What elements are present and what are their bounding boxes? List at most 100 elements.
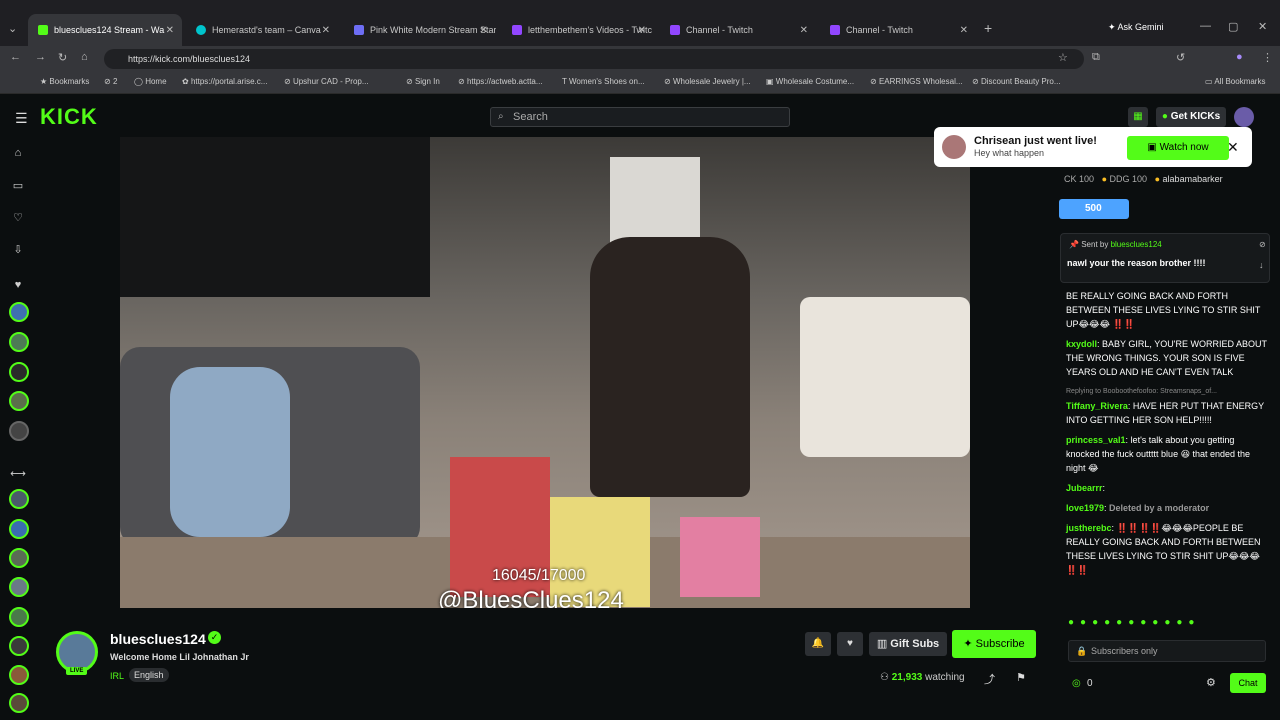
- tab-twitch-channel-1[interactable]: Channel - Twitch ✕: [660, 18, 816, 42]
- close-toast-icon[interactable]: ✕: [1227, 139, 1239, 156]
- follow-heart-button[interactable]: ♥: [837, 632, 863, 656]
- close-tab-icon[interactable]: ✕: [480, 25, 488, 36]
- kick-logo[interactable]: KICK: [40, 104, 98, 130]
- bookmark-item[interactable]: ★ Bookmarks: [40, 77, 89, 86]
- bookmark-item[interactable]: ◯ Home: [134, 77, 167, 86]
- tab-canva[interactable]: Hemerastd's team – Canva ✕: [186, 18, 338, 42]
- canva-favicon-icon: [196, 25, 206, 35]
- forward-icon[interactable]: →: [35, 51, 46, 63]
- report-icon[interactable]: ⚑: [1016, 671, 1026, 684]
- streamer-name[interactable]: bluesclues124: [110, 631, 206, 647]
- tab-twitch-videos[interactable]: letthembethem's Videos - Twitc ✕: [502, 18, 654, 42]
- hamburger-menu-icon[interactable]: ☰: [15, 110, 28, 127]
- profile-icon[interactable]: ●: [1236, 51, 1243, 63]
- menu-dots-icon[interactable]: ⋮: [1262, 51, 1273, 64]
- close-tab-icon[interactable]: ✕: [800, 25, 808, 36]
- new-tab-icon[interactable]: +: [984, 20, 992, 36]
- bookmark-item[interactable]: ⊘ 2: [104, 77, 117, 86]
- bookmark-item[interactable]: ✿ https://portal.arise.c...: [182, 77, 267, 86]
- drops-icon[interactable]: ▦: [1128, 107, 1148, 127]
- viewers-icon: ⚇: [880, 672, 889, 683]
- recommended-channel-avatar[interactable]: [9, 489, 29, 509]
- search-input[interactable]: ⌕ Search: [490, 107, 790, 127]
- followed-channel-avatar[interactable]: [9, 332, 29, 352]
- bookmark-item[interactable]: ⊘ https://actweb.actta...: [458, 77, 543, 86]
- video-scene-tv: [120, 137, 430, 297]
- recommended-channel-avatar[interactable]: [9, 519, 29, 539]
- all-bookmarks[interactable]: ▭ All Bookmarks: [1205, 77, 1265, 86]
- chat-message: Replying to Booboothefoofoo: Streamsnaps…: [1066, 388, 1264, 425]
- search-icon: ⌕: [498, 111, 504, 122]
- close-tab-icon[interactable]: ✕: [638, 25, 646, 36]
- url-bar[interactable]: https://kick.com/bluesclues124: [104, 49, 1084, 69]
- watch-now-button[interactable]: ▣ Watch now: [1127, 136, 1229, 160]
- recommended-channel-avatar[interactable]: [9, 665, 29, 685]
- bookmark-item[interactable]: ⊘ Upshur CAD - Prop...: [284, 77, 369, 86]
- twitch-favicon-icon: [830, 25, 840, 35]
- kick-favicon-icon: [38, 25, 48, 35]
- recommended-channel-avatar[interactable]: [9, 607, 29, 627]
- close-tab-icon[interactable]: ✕: [960, 25, 968, 36]
- extensions-icon[interactable]: ⧉: [1092, 51, 1100, 64]
- chat-input[interactable]: 🔒 Subscribers only: [1068, 640, 1266, 662]
- tab-list-icon[interactable]: ⌄: [8, 22, 17, 35]
- followed-channel-avatar[interactable]: [9, 391, 29, 411]
- recommended-channel-avatar[interactable]: [9, 577, 29, 597]
- bookmark-item[interactable]: ⊘ Sign In: [406, 77, 440, 86]
- stream-category[interactable]: IRL: [110, 671, 124, 681]
- close-window-icon[interactable]: ✕: [1258, 20, 1267, 33]
- history-icon[interactable]: ↺: [1176, 51, 1185, 64]
- kicks-gift-badge[interactable]: 500: [1059, 199, 1129, 219]
- notification-bell-button[interactable]: 🔔: [805, 632, 831, 656]
- maximize-icon[interactable]: ▢: [1228, 20, 1238, 33]
- expand-down-icon[interactable]: ↓: [1259, 260, 1264, 270]
- recommended-icon: ⟷: [10, 468, 26, 480]
- chat-settings-icon[interactable]: ⚙: [1206, 676, 1216, 689]
- gift-icon: ▥: [876, 638, 888, 650]
- close-tab-icon[interactable]: ✕: [166, 25, 174, 36]
- pin-icon: 📌: [1069, 240, 1079, 249]
- close-tab-icon[interactable]: ✕: [322, 25, 330, 36]
- browse-icon[interactable]: ▭: [10, 179, 26, 195]
- get-kicks-button[interactable]: ● Get KICKs: [1156, 107, 1226, 127]
- clips-icon[interactable]: ⇩: [10, 243, 26, 259]
- bookmark-item[interactable]: ▣ Wholesale Costume...: [766, 77, 854, 86]
- tab-twitch-channel-2[interactable]: Channel - Twitch ✕: [820, 18, 976, 42]
- home-icon[interactable]: ⌂: [81, 51, 88, 63]
- chat-message: princess_val1: let's talk about you gett…: [1066, 435, 1251, 473]
- stream-overlay-handle: @BluesClues124: [438, 587, 624, 608]
- bookmark-star-icon[interactable]: ☆: [1058, 51, 1068, 64]
- left-sidebar: ⌂ ▭ ♡ ⇩ ♥ ⟷: [0, 137, 38, 720]
- bookmark-item[interactable]: ⊘ EARRINGS Wholesal...: [870, 77, 963, 86]
- followed-channel-avatar[interactable]: [9, 302, 29, 322]
- stream-language-tag[interactable]: English: [129, 668, 169, 682]
- recommended-channel-avatar[interactable]: [9, 548, 29, 568]
- recommended-channel-avatar[interactable]: [9, 693, 29, 713]
- minimize-icon[interactable]: —: [1200, 20, 1211, 32]
- tab-kick[interactable]: bluesclues124 Stream - Wa ✕: [28, 14, 182, 46]
- followed-channel-avatar[interactable]: [9, 421, 29, 441]
- bookmark-item[interactable]: T Women's Shoes on...: [562, 77, 645, 86]
- bookmark-item[interactable]: ⊘ Discount Beauty Pro...: [972, 77, 1061, 86]
- followed-channel-avatar[interactable]: [9, 362, 29, 382]
- reload-icon[interactable]: ↻: [58, 51, 67, 64]
- chat-send-button[interactable]: Chat: [1230, 673, 1266, 693]
- recommended-channel-avatar[interactable]: [9, 636, 29, 656]
- home-icon[interactable]: ⌂: [10, 147, 26, 163]
- emote-bar[interactable]: ●●●●●●●●●●●: [1068, 617, 1200, 628]
- video-favicon-icon: [354, 25, 364, 35]
- gift-subs-button[interactable]: ▥ Gift Subs: [869, 632, 947, 656]
- bookmarks-bar: ★ Bookmarks ⊘ 2 ◯ Home ✿ https://portal.…: [0, 72, 1280, 94]
- user-avatar[interactable]: [1234, 107, 1254, 127]
- video-scene-gift-bag: [680, 517, 760, 597]
- share-icon[interactable]: ⤴: [984, 671, 995, 687]
- unpin-icon[interactable]: ⊘: [1259, 240, 1266, 249]
- ask-gemini-button[interactable]: ✦ Ask Gemini: [1108, 22, 1164, 33]
- bookmark-item[interactable]: ⊘ Wholesale Jewelry |...: [664, 77, 751, 86]
- following-icon[interactable]: ♡: [10, 211, 26, 227]
- video-player[interactable]: 16045/17000 @BluesClues124: [120, 137, 970, 608]
- back-icon[interactable]: ←: [10, 51, 21, 63]
- subscribe-button[interactable]: ✦ Subscribe: [952, 630, 1036, 658]
- tab-canva-design[interactable]: Pink White Modern Stream Star ✕: [344, 18, 496, 42]
- toast-subtitle: Hey what happen: [974, 148, 1045, 158]
